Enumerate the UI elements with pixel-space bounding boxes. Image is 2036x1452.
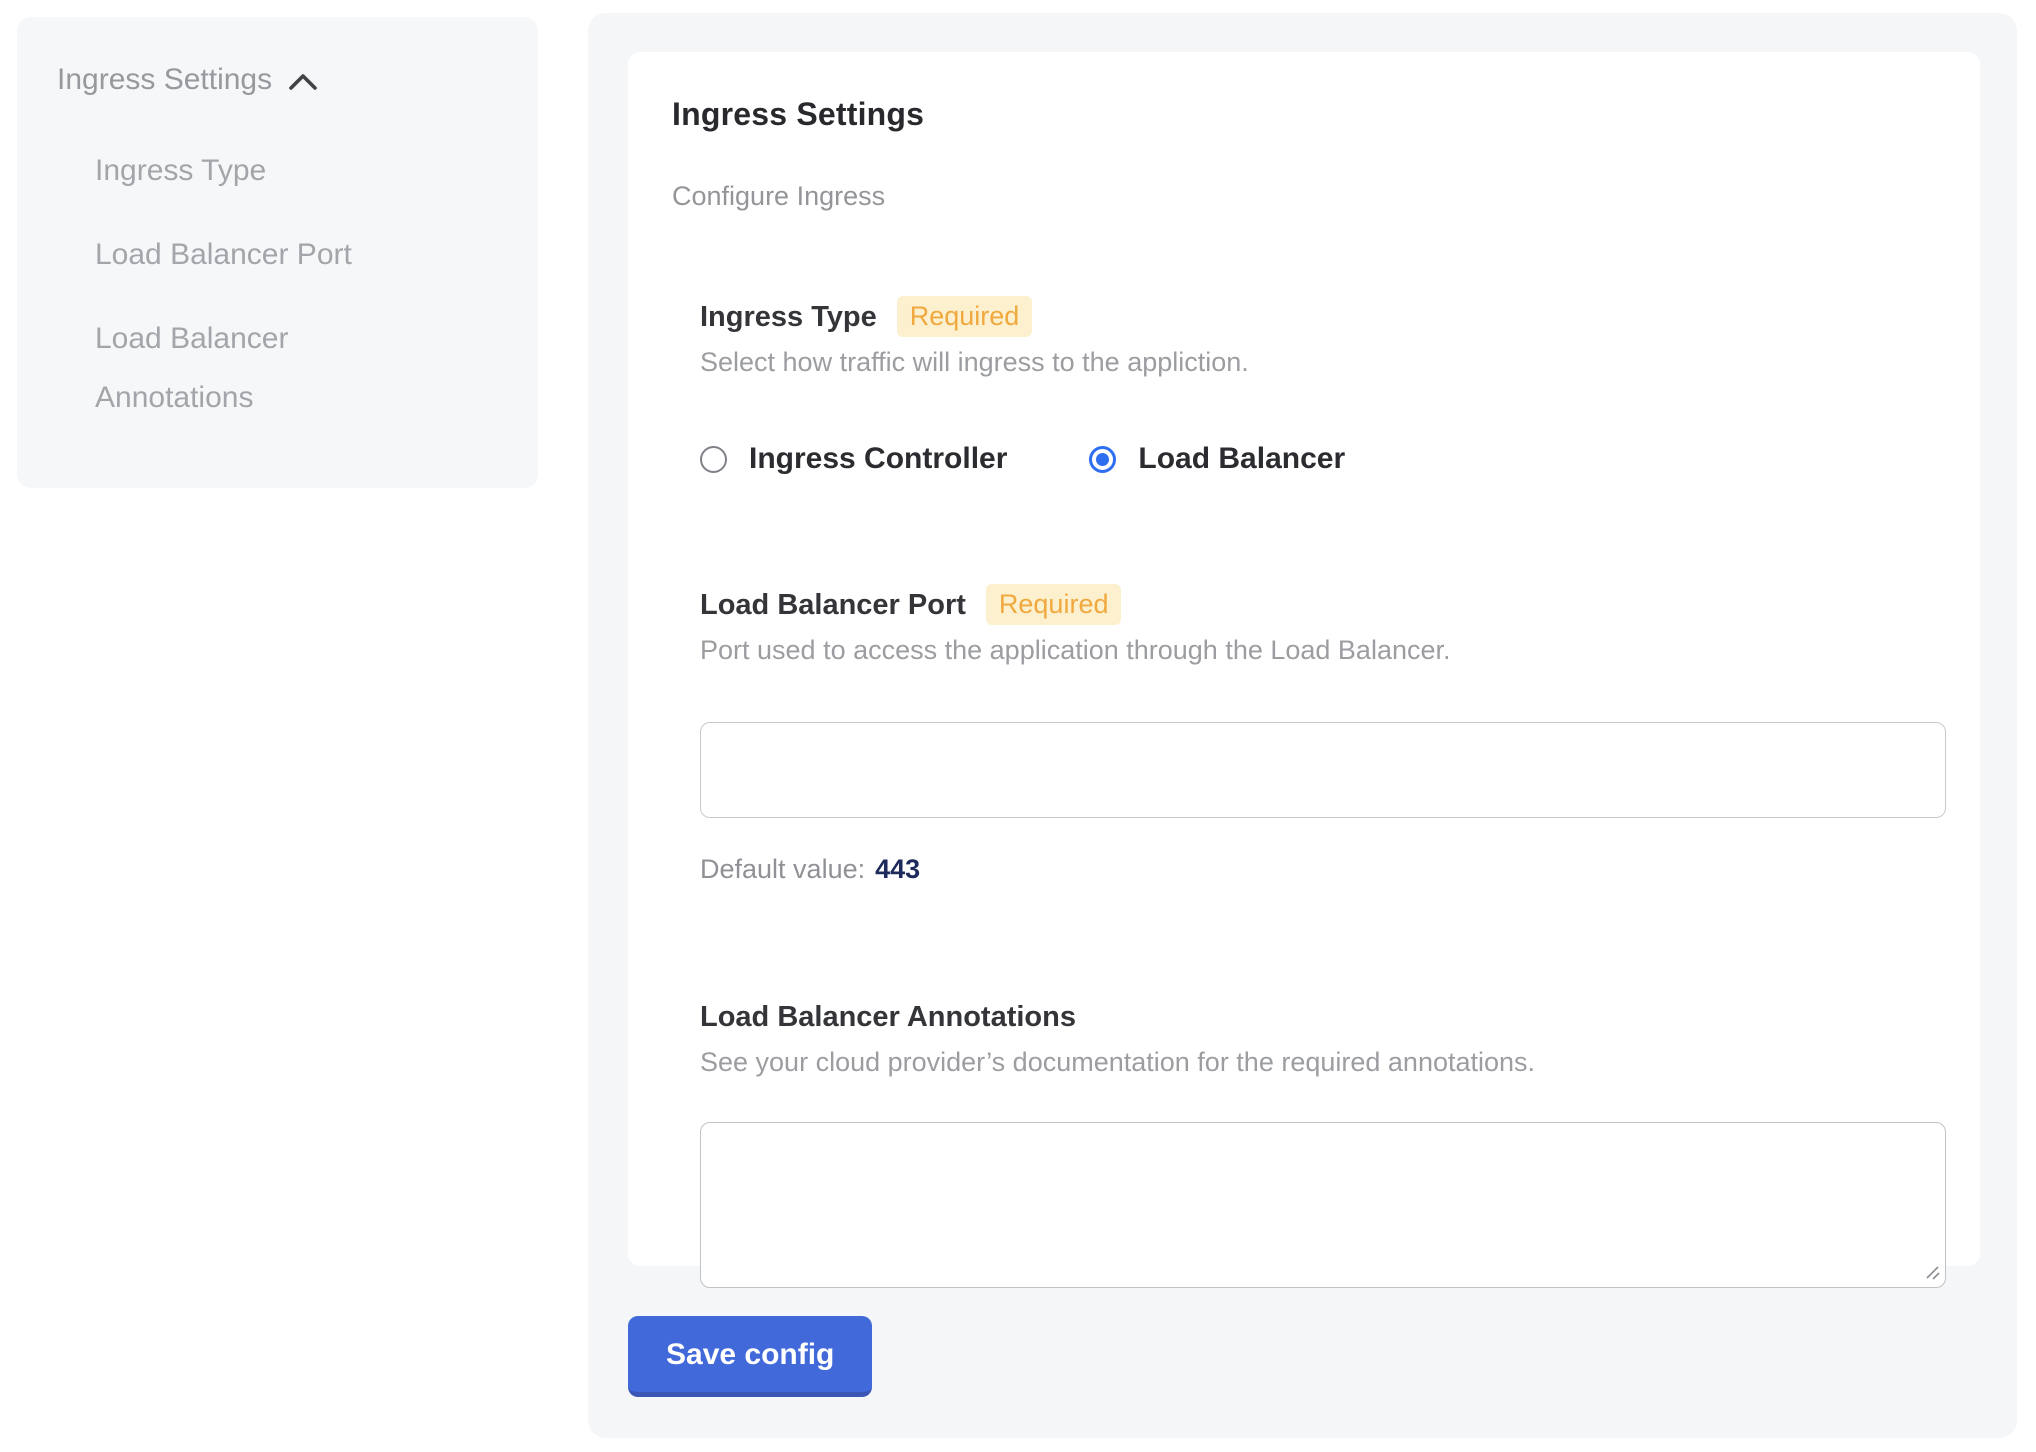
- section-ingress-type: Ingress Type Required Select how traffic…: [700, 296, 1936, 476]
- page-subtitle: Configure Ingress: [672, 181, 1936, 212]
- radio-option-ingress-controller[interactable]: Ingress Controller: [700, 442, 1007, 476]
- load-balancer-annotations-textarea[interactable]: [700, 1122, 1946, 1288]
- default-value-label: Default value:: [700, 854, 865, 884]
- default-value-row: Default value: 443: [700, 854, 1936, 885]
- sidebar-item-load-balancer-port[interactable]: Load Balancer Port: [95, 225, 395, 284]
- default-value: 443: [875, 854, 920, 884]
- sidebar-item-list: Ingress Type Load Balancer Port Load Bal…: [95, 141, 498, 427]
- radio-button-ingress-controller[interactable]: [700, 446, 727, 473]
- section-load-balancer-annotations: Load Balancer Annotations See your cloud…: [700, 997, 1936, 1288]
- radio-label-load-balancer: Load Balancer: [1138, 442, 1345, 476]
- resize-handle-icon[interactable]: [1923, 1263, 1941, 1281]
- sidebar-item-ingress-settings[interactable]: Ingress Settings: [57, 63, 498, 97]
- settings-nav: Ingress Settings Ingress Type Load Balan…: [17, 17, 538, 488]
- ingress-settings-panel: Ingress Settings Configure Ingress Ingre…: [588, 13, 2017, 1438]
- ingress-type-label: Ingress Type: [700, 297, 877, 337]
- ingress-settings-card: Ingress Settings Configure Ingress Ingre…: [628, 52, 1980, 1266]
- sidebar-item-ingress-type[interactable]: Ingress Type: [95, 141, 395, 200]
- load-balancer-port-input[interactable]: [700, 722, 1946, 818]
- required-badge: Required: [986, 584, 1122, 625]
- radio-label-ingress-controller: Ingress Controller: [749, 442, 1007, 476]
- ingress-type-description: Select how traffic will ingress to the a…: [700, 347, 1936, 378]
- save-config-button[interactable]: Save config: [628, 1316, 872, 1397]
- load-balancer-annotations-label: Load Balancer Annotations: [700, 997, 1076, 1037]
- section-load-balancer-port: Load Balancer Port Required Port used to…: [700, 584, 1936, 885]
- load-balancer-port-label: Load Balancer Port: [700, 585, 966, 625]
- load-balancer-annotations-description: See your cloud provider’s documentation …: [700, 1047, 1936, 1078]
- radio-button-load-balancer[interactable]: [1089, 446, 1116, 473]
- ingress-type-radio-group: Ingress Controller Load Balancer: [700, 442, 1936, 476]
- sidebar-ingress-settings-label: Ingress Settings: [57, 63, 272, 97]
- chevron-up-icon: [288, 73, 318, 91]
- sidebar-item-load-balancer-annotations[interactable]: Load Balancer Annotations: [95, 309, 395, 427]
- load-balancer-port-description: Port used to access the application thro…: [700, 635, 1936, 666]
- radio-option-load-balancer[interactable]: Load Balancer: [1089, 442, 1345, 476]
- page-title: Ingress Settings: [672, 96, 1936, 133]
- required-badge: Required: [897, 296, 1033, 337]
